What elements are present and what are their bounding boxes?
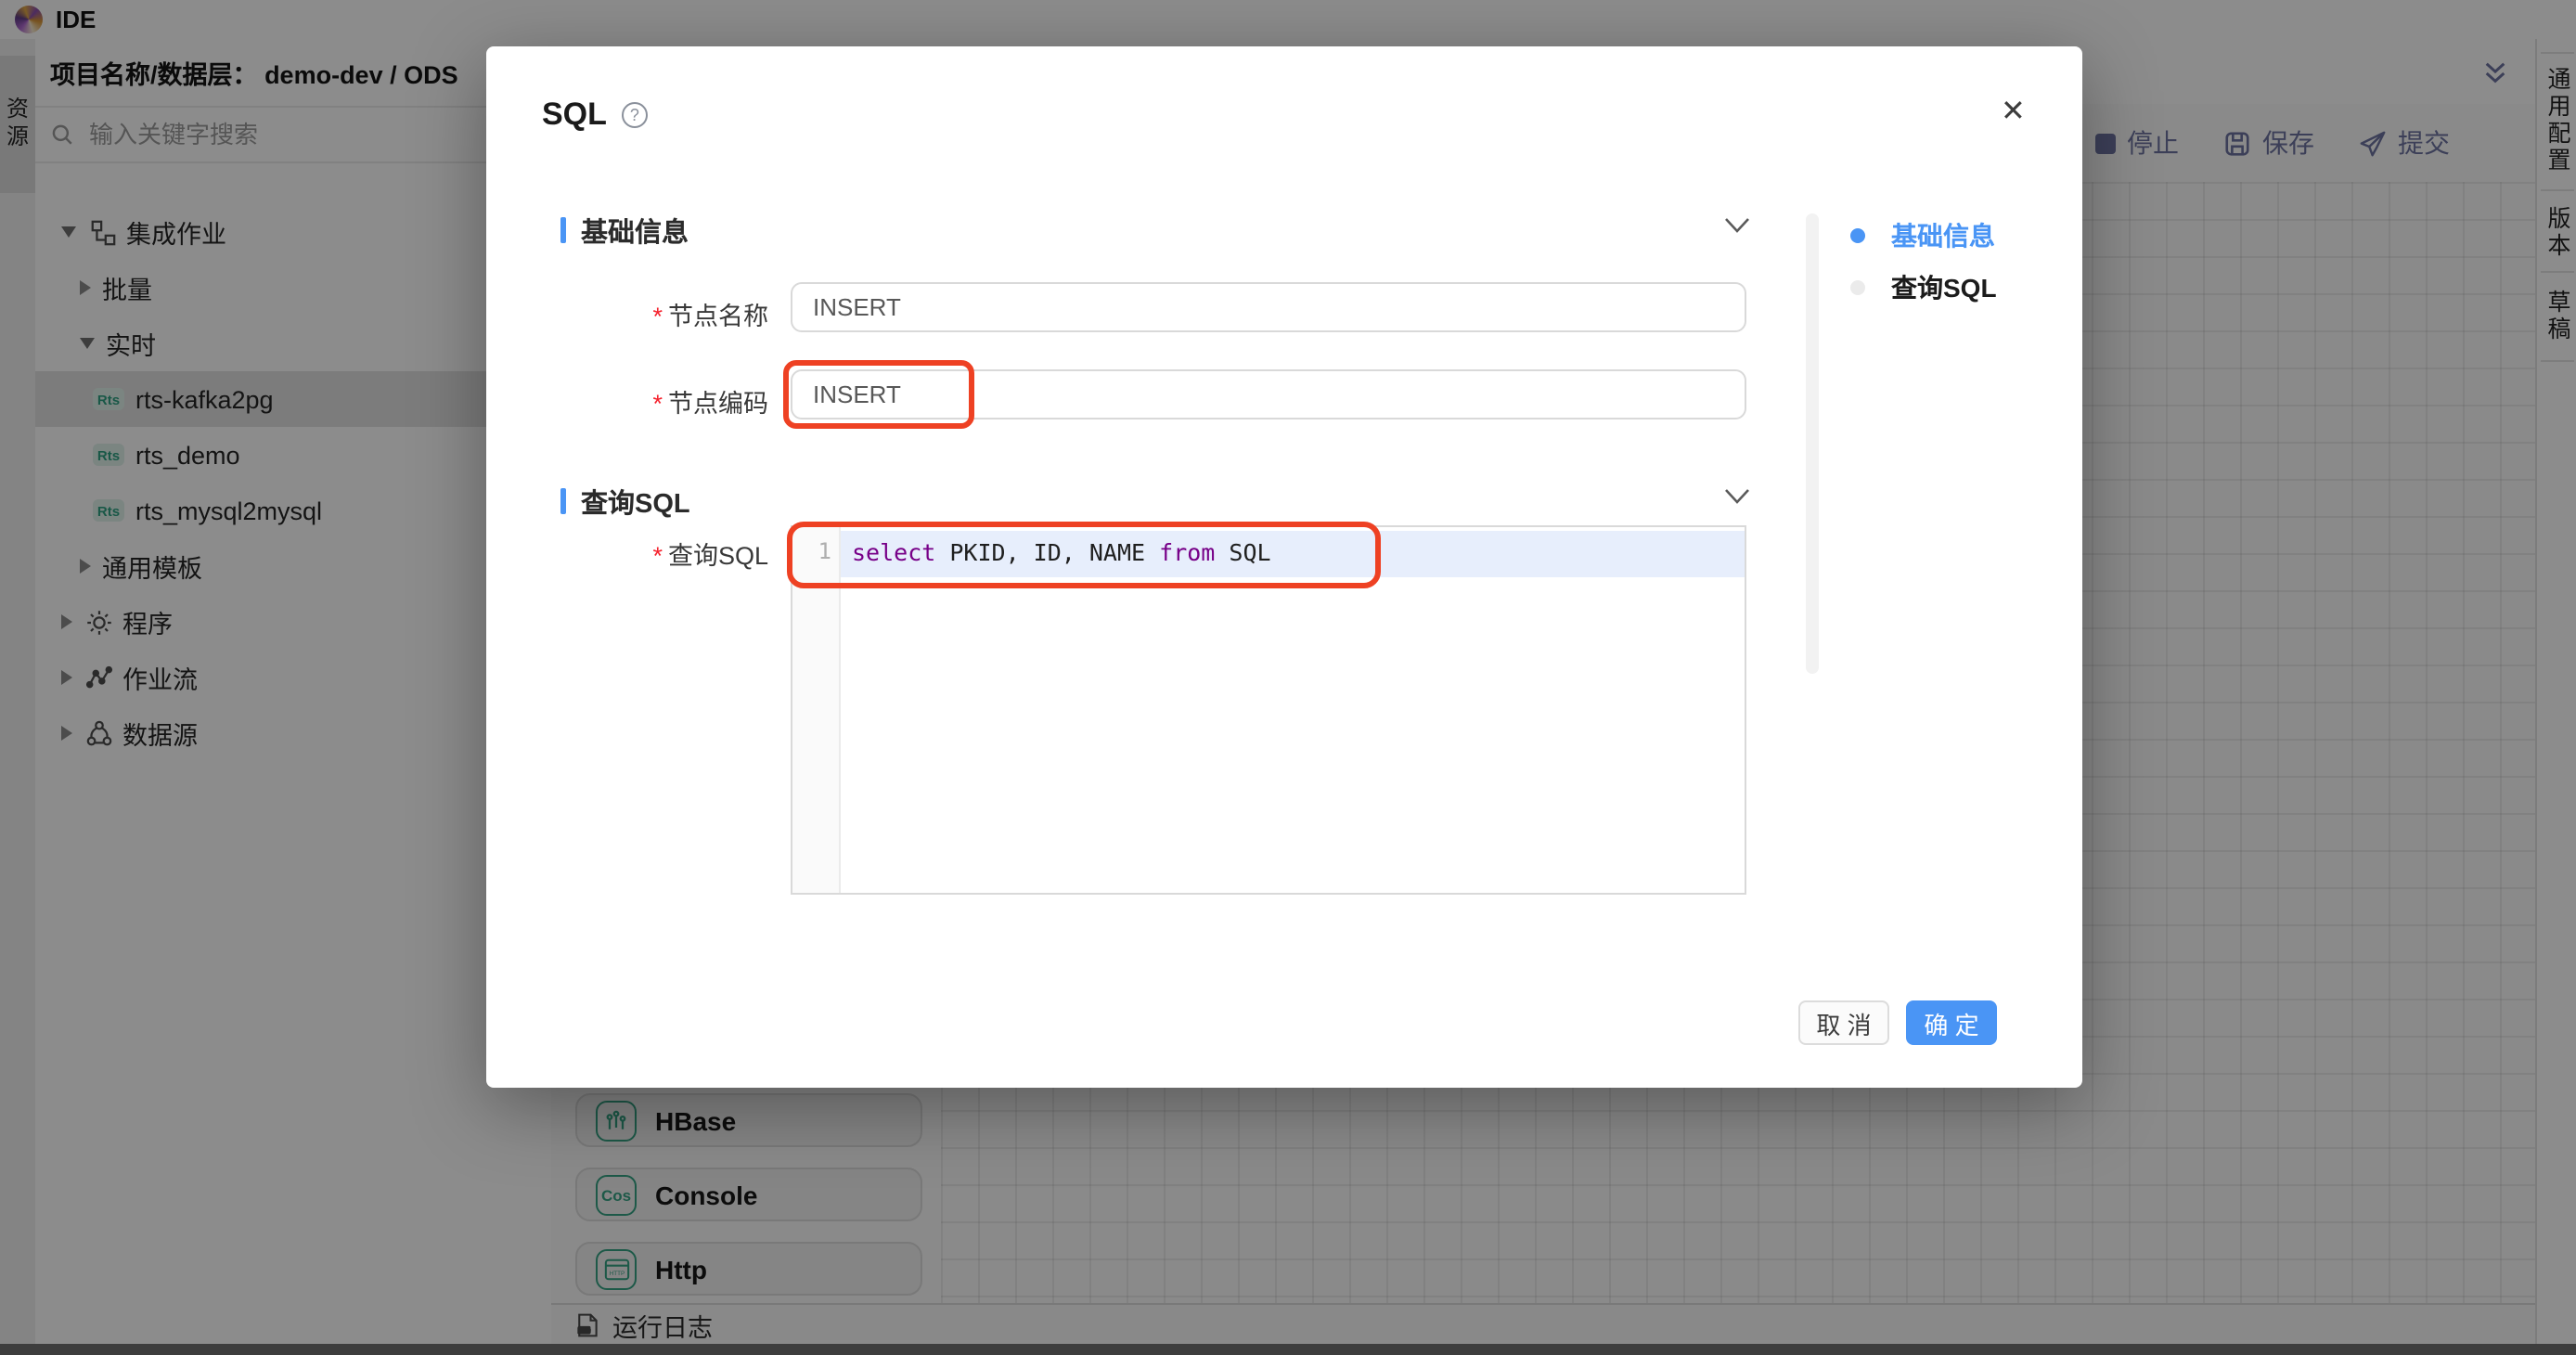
section-basic-title: 基础信息 bbox=[581, 211, 689, 250]
anchor-查询SQL[interactable]: 查询SQL bbox=[1850, 269, 1997, 306]
dialog-title: SQL ? bbox=[542, 97, 648, 134]
anchor-dot bbox=[1850, 280, 1865, 295]
anchor-dot bbox=[1850, 228, 1865, 243]
required-asterisk: * bbox=[652, 390, 663, 418]
anchor-label: 基础信息 bbox=[1891, 217, 1995, 254]
sql-node-dialog: SQL ? ✕ 基础信息 *节点名称 *节点编码 查询SQL * bbox=[486, 46, 2082, 1088]
annotation-box-node-code bbox=[783, 360, 974, 429]
section-basic-collapse-icon[interactable] bbox=[1724, 217, 1750, 234]
section-sql-collapse-icon[interactable] bbox=[1724, 488, 1750, 505]
section-accent-bar bbox=[560, 217, 566, 243]
anchor-基础信息[interactable]: 基础信息 bbox=[1850, 217, 1995, 254]
modal-scrollbar[interactable] bbox=[1806, 213, 1819, 674]
ok-button[interactable]: 确 定 bbox=[1906, 1000, 1997, 1045]
required-asterisk: * bbox=[652, 542, 663, 570]
cancel-button[interactable]: 取 消 bbox=[1798, 1000, 1889, 1045]
help-icon[interactable]: ? bbox=[622, 102, 648, 128]
annotation-box-sql bbox=[787, 522, 1381, 588]
section-sql-title: 查询SQL bbox=[581, 482, 690, 521]
close-icon[interactable]: ✕ bbox=[2001, 98, 2026, 128]
node-code-label: *节点编码 bbox=[527, 382, 768, 419]
required-asterisk: * bbox=[652, 303, 663, 330]
node-name-input[interactable] bbox=[791, 282, 1746, 332]
section-sql-header: 查询SQL bbox=[560, 483, 690, 520]
anchor-label: 查询SQL bbox=[1891, 269, 1997, 306]
query-sql-label: *查询SQL bbox=[527, 535, 768, 572]
node-name-label: *节点名称 bbox=[527, 295, 768, 332]
dialog-title-text: SQL bbox=[542, 97, 607, 134]
section-accent-bar bbox=[560, 488, 566, 514]
section-basic-header: 基础信息 bbox=[560, 212, 689, 249]
